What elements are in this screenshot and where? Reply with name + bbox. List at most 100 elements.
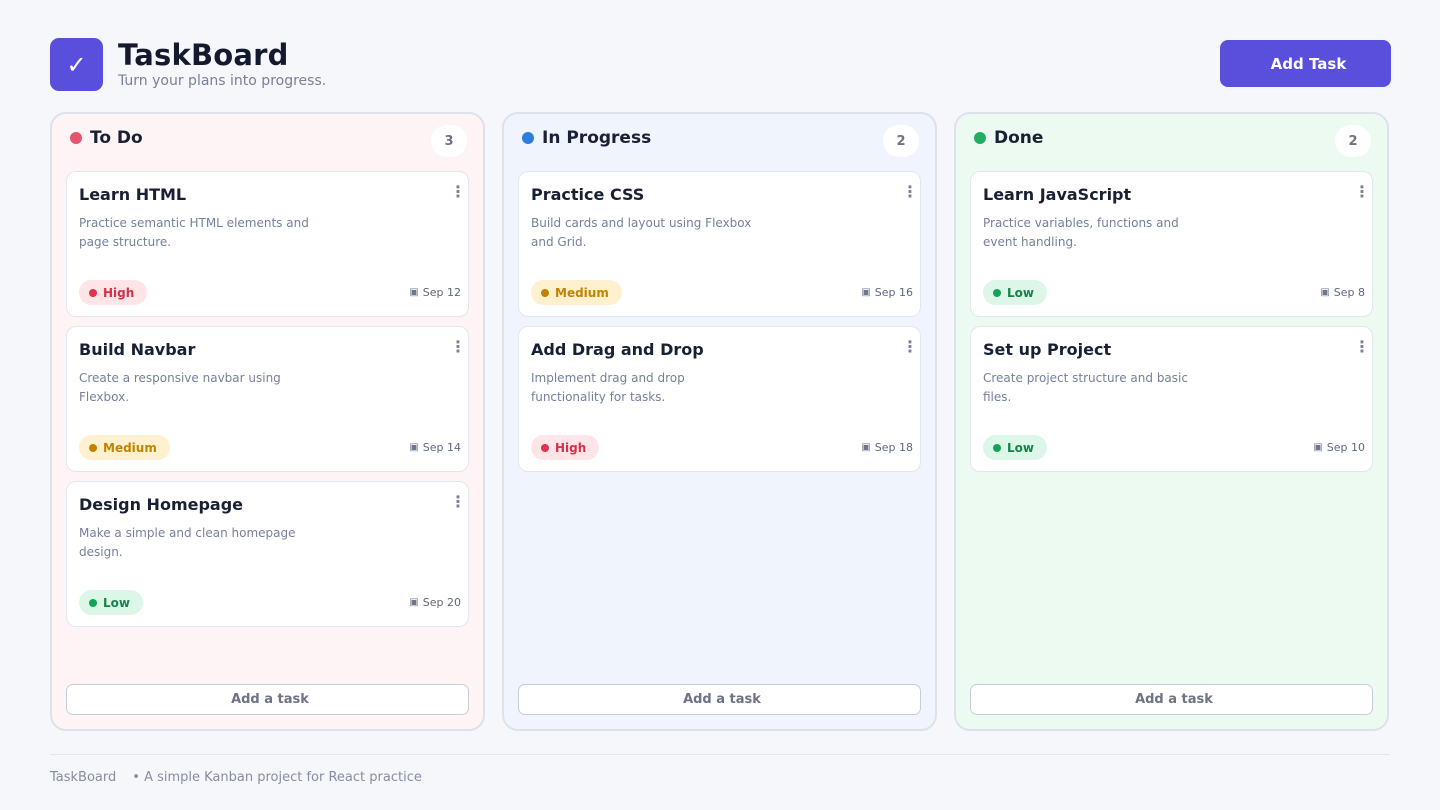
due-date: ▣ Sep 14 bbox=[409, 441, 461, 454]
priority-badge: Low bbox=[983, 280, 1047, 305]
priority-dot bbox=[89, 443, 97, 452]
priority-dot bbox=[541, 288, 549, 297]
priority-badge: High bbox=[531, 435, 600, 460]
priority-dot bbox=[541, 443, 549, 452]
calendar-icon: ▣ bbox=[861, 442, 871, 453]
app-title: TaskBoard bbox=[118, 38, 289, 72]
footer-divider bbox=[50, 754, 1390, 755]
column-header: To Do 3 bbox=[52, 114, 483, 170]
task-title: Learn HTML bbox=[79, 185, 187, 204]
task-title: Add Drag and Drop bbox=[531, 340, 704, 359]
app-subtitle: Turn your plans into progress. bbox=[118, 73, 327, 89]
column-status-dot bbox=[70, 132, 82, 144]
more-options-icon[interactable]: ⋮ bbox=[902, 184, 918, 200]
task-card[interactable]: Learn JavaScript ⋮ Practice variables, f… bbox=[970, 171, 1373, 317]
add-a-task-button[interactable]: Add a task bbox=[970, 684, 1373, 715]
priority-label: Low bbox=[1007, 440, 1034, 455]
calendar-icon: ▣ bbox=[1320, 287, 1330, 298]
task-description: Create a responsive navbar using Flexbox… bbox=[79, 371, 281, 404]
more-options-icon[interactable]: ⋮ bbox=[1354, 339, 1370, 355]
due-date-label: Sep 18 bbox=[874, 441, 913, 454]
add-a-task-label: Add a task bbox=[683, 692, 761, 707]
task-description: Make a simple and clean homepage design. bbox=[79, 526, 296, 559]
add-a-task-label: Add a task bbox=[231, 692, 309, 707]
task-card[interactable]: Practice CSS ⋮ Build cards and layout us… bbox=[518, 171, 921, 317]
task-description: Create project structure and basic files… bbox=[983, 371, 1188, 404]
more-options-icon[interactable]: ⋮ bbox=[450, 184, 466, 200]
priority-label: Medium bbox=[103, 440, 157, 455]
footer: TaskBoard • A simple Kanban project for … bbox=[50, 770, 422, 785]
more-options-icon[interactable]: ⋮ bbox=[450, 339, 466, 355]
priority-dot bbox=[993, 288, 1001, 297]
priority-label: Low bbox=[103, 595, 130, 610]
task-title: Learn JavaScript bbox=[983, 185, 1132, 204]
footer-tagline: • A simple Kanban project for React prac… bbox=[132, 770, 422, 785]
column-header: Done 2 bbox=[956, 114, 1387, 170]
task-title: Practice CSS bbox=[531, 185, 645, 204]
add-a-task-label: Add a task bbox=[1135, 692, 1213, 707]
check-logo-icon: ✓ bbox=[50, 38, 103, 91]
add-a-task-button[interactable]: Add a task bbox=[518, 684, 921, 715]
calendar-icon: ▣ bbox=[409, 442, 419, 453]
calendar-icon: ▣ bbox=[861, 287, 871, 298]
column-title: In Progress bbox=[542, 128, 652, 148]
priority-dot bbox=[89, 288, 97, 297]
due-date: ▣ Sep 10 bbox=[1313, 441, 1365, 454]
due-date-label: Sep 16 bbox=[874, 286, 913, 299]
task-description: Practice variables, functions and event … bbox=[983, 216, 1179, 249]
priority-badge: Low bbox=[79, 590, 143, 615]
due-date: ▣ Sep 16 bbox=[861, 286, 913, 299]
add-task-label: Add Task bbox=[1270, 54, 1347, 73]
column-count-badge: 2 bbox=[883, 125, 919, 157]
column-status-dot bbox=[974, 132, 986, 144]
priority-badge: Medium bbox=[531, 280, 622, 305]
add-task-button[interactable]: Add Task bbox=[1220, 40, 1391, 87]
task-title: Set up Project bbox=[983, 340, 1112, 359]
due-date-label: Sep 12 bbox=[422, 286, 461, 299]
calendar-icon: ▣ bbox=[1313, 442, 1323, 453]
column-title: Done bbox=[994, 128, 1044, 148]
priority-badge: Medium bbox=[79, 435, 170, 460]
column-title: To Do bbox=[90, 128, 143, 148]
priority-badge: High bbox=[79, 280, 148, 305]
calendar-icon: ▣ bbox=[409, 597, 419, 608]
task-description: Build cards and layout using Flexbox and… bbox=[531, 216, 752, 249]
more-options-icon[interactable]: ⋮ bbox=[1354, 184, 1370, 200]
priority-dot bbox=[89, 598, 97, 607]
due-date: ▣ Sep 8 bbox=[1320, 286, 1365, 299]
task-title: Design Homepage bbox=[79, 495, 244, 514]
task-card[interactable]: Learn HTML ⋮ Practice semantic HTML elem… bbox=[66, 171, 469, 317]
priority-label: High bbox=[103, 285, 135, 300]
due-date: ▣ Sep 18 bbox=[861, 441, 913, 454]
priority-badge: Low bbox=[983, 435, 1047, 460]
kanban-board: To Do 3 Learn HTML ⋮ Practice semantic H… bbox=[50, 112, 1390, 731]
more-options-icon[interactable]: ⋮ bbox=[450, 494, 466, 510]
task-card[interactable]: Design Homepage ⋮ Make a simple and clea… bbox=[66, 481, 469, 627]
due-date-label: Sep 14 bbox=[422, 441, 461, 454]
add-a-task-button[interactable]: Add a task bbox=[66, 684, 469, 715]
priority-label: Medium bbox=[555, 285, 609, 300]
task-title: Build Navbar bbox=[79, 340, 196, 359]
priority-dot bbox=[993, 443, 1001, 452]
calendar-icon: ▣ bbox=[409, 287, 419, 298]
priority-label: High bbox=[555, 440, 587, 455]
due-date: ▣ Sep 20 bbox=[409, 596, 461, 609]
task-card[interactable]: Add Drag and Drop ⋮ Implement drag and d… bbox=[518, 326, 921, 472]
column-done: Done 2 Learn JavaScript ⋮ Practice varia… bbox=[954, 112, 1389, 731]
due-date-label: Sep 8 bbox=[1333, 286, 1365, 299]
column-todo: To Do 3 Learn HTML ⋮ Practice semantic H… bbox=[50, 112, 485, 731]
task-description: Implement drag and drop functionality fo… bbox=[531, 371, 685, 404]
column-header: In Progress 2 bbox=[504, 114, 935, 170]
app-header: ✓ TaskBoard Turn your plans into progres… bbox=[50, 38, 1391, 91]
task-card[interactable]: Build Navbar ⋮ Create a responsive navba… bbox=[66, 326, 469, 472]
column-count-badge: 3 bbox=[431, 125, 467, 157]
column-in-progress: In Progress 2 Practice CSS ⋮ Build cards… bbox=[502, 112, 937, 731]
more-options-icon[interactable]: ⋮ bbox=[902, 339, 918, 355]
column-status-dot bbox=[522, 132, 534, 144]
column-count-badge: 2 bbox=[1335, 125, 1371, 157]
footer-brand: TaskBoard bbox=[50, 770, 117, 785]
task-card[interactable]: Set up Project ⋮ Create project structur… bbox=[970, 326, 1373, 472]
due-date: ▣ Sep 12 bbox=[409, 286, 461, 299]
due-date-label: Sep 20 bbox=[422, 596, 461, 609]
task-description: Practice semantic HTML elements and page… bbox=[79, 216, 309, 249]
